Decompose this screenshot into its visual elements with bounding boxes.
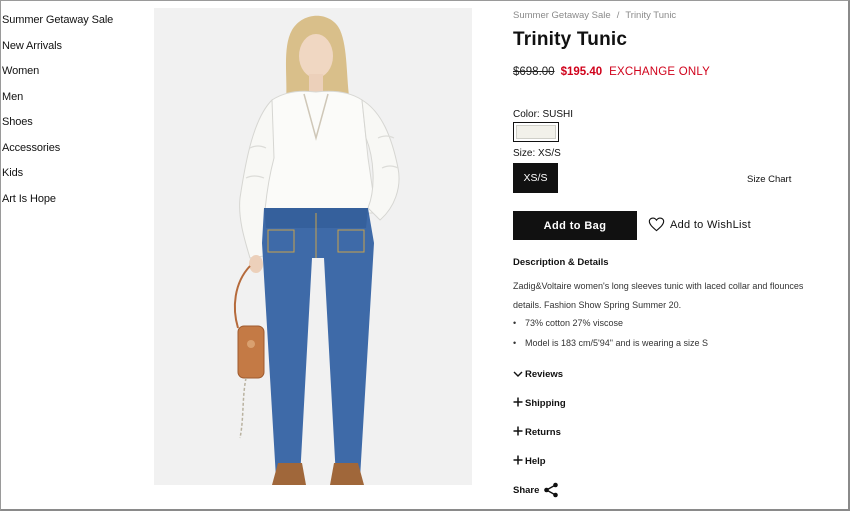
sidebar-item-men[interactable]: Men xyxy=(2,90,142,116)
sidebar-item-women[interactable]: Women xyxy=(2,64,142,90)
add-to-wishlist-button[interactable]: Add to WishList xyxy=(648,217,751,232)
bullet-text: Model is 183 cm/5'94" and is wearing a s… xyxy=(525,337,709,348)
heart-icon xyxy=(648,217,665,232)
color-swatch-sushi[interactable] xyxy=(513,122,559,142)
breadcrumb-separator: / xyxy=(616,10,620,21)
help-toggle[interactable]: Help xyxy=(513,454,546,468)
model-illustration xyxy=(154,8,472,485)
sale-price: $195.40 xyxy=(560,66,603,78)
list-item: • Model is 183 cm/5'94" and is wearing a … xyxy=(513,337,709,348)
sidebar-item-shoes[interactable]: Shoes xyxy=(2,115,142,141)
share-button[interactable]: Share xyxy=(513,482,559,498)
chevron-down-icon xyxy=(513,367,525,381)
description-title: Description & Details xyxy=(513,257,609,268)
plus-icon xyxy=(513,425,525,439)
size-chart-link[interactable]: Size Chart xyxy=(747,174,791,185)
color-label: Color: SUSHI xyxy=(513,109,574,120)
product-image[interactable] xyxy=(154,8,472,485)
sidebar-item-art-is-hope[interactable]: Art Is Hope xyxy=(2,192,142,218)
plus-icon xyxy=(513,454,525,468)
breadcrumb-parent-link[interactable]: Summer Getaway Sale xyxy=(513,10,611,21)
product-title: Trinity Tunic xyxy=(513,29,628,50)
help-label: Help xyxy=(525,455,546,467)
exchange-only-note: EXCHANGE ONLY xyxy=(609,66,710,78)
detail-bullets: • 73% cotton 27% viscose • Model is 183 cm… xyxy=(513,316,823,355)
sidebar-item-accessories[interactable]: Accessories xyxy=(2,141,142,167)
returns-toggle[interactable]: Returns xyxy=(513,425,561,439)
sidebar-item-summer-getaway-sale[interactable]: Summer Getaway Sale xyxy=(2,13,142,39)
price-row: $698.00 $195.40 EXCHANGE ONLY xyxy=(513,62,710,80)
add-to-bag-button[interactable]: Add to Bag xyxy=(513,211,637,240)
sidebar-nav: Summer Getaway Sale New Arrivals Women M… xyxy=(2,13,142,217)
shipping-toggle[interactable]: Shipping xyxy=(513,396,566,410)
share-label: Share xyxy=(513,484,540,496)
size-option-xs-s[interactable]: XS/S xyxy=(513,163,558,193)
reviews-label: Reviews xyxy=(525,368,564,380)
plus-icon xyxy=(513,396,525,410)
returns-label: Returns xyxy=(525,426,561,438)
sidebar-item-kids[interactable]: Kids xyxy=(2,166,142,192)
share-icon xyxy=(544,482,559,498)
description-text: Zadig&Voltaire women's long sleeves tuni… xyxy=(513,281,804,310)
sidebar-item-new-arrivals[interactable]: New Arrivals xyxy=(2,39,142,65)
wishlist-label: Add to WishList xyxy=(670,218,751,231)
breadcrumb: Summer Getaway Sale / Trinity Tunic xyxy=(513,10,676,21)
size-label: Size: XS/S xyxy=(513,148,561,159)
shipping-label: Shipping xyxy=(525,397,566,409)
swatch-fill xyxy=(516,125,556,139)
original-price: $698.00 xyxy=(513,66,555,78)
breadcrumb-current: Trinity Tunic xyxy=(625,10,677,21)
reviews-toggle[interactable]: Reviews xyxy=(513,367,563,381)
list-item: • 73% cotton 27% viscose xyxy=(513,318,624,328)
bullet-text: 73% cotton 27% viscose xyxy=(525,318,624,328)
